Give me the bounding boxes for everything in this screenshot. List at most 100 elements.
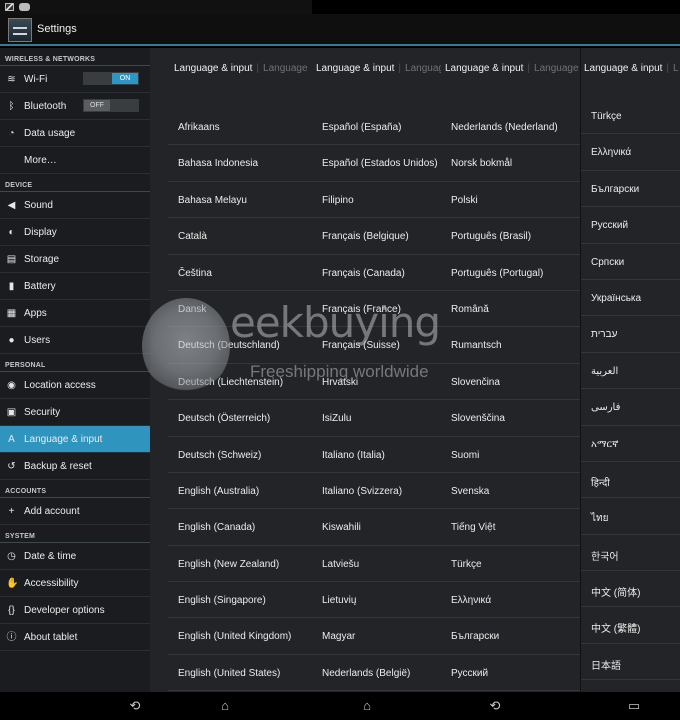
language-item[interactable]: Српски (581, 244, 680, 280)
language-item[interactable]: Norsk bokmål (441, 145, 580, 182)
language-item[interactable]: Català (168, 218, 312, 255)
sidebar-item-apps[interactable]: ▦ Apps (0, 300, 150, 327)
language-item[interactable]: Latviešu (312, 546, 442, 583)
language-item[interactable]: Rumantsch (441, 327, 580, 364)
language-item[interactable]: Français (Suisse) (312, 327, 442, 364)
toggle-switch[interactable]: ON (83, 72, 139, 85)
home-icon[interactable]: ⌂ (211, 697, 239, 715)
language-item[interactable]: English (New Zealand) (168, 546, 312, 583)
language-item[interactable]: Italiano (Italia) (312, 437, 442, 473)
language-item[interactable]: Français (Belgique) (312, 218, 442, 255)
battery-icon: ▮ (8, 281, 15, 292)
language-item[interactable]: Português (Portugal) (441, 255, 580, 291)
language-item[interactable]: English (United States) (168, 655, 312, 692)
language-item[interactable]: Bahasa Indonesia (168, 145, 312, 182)
language-item[interactable]: العربية (581, 353, 680, 390)
language-item[interactable]: Čeština (168, 255, 312, 291)
sidebar-item-battery[interactable]: ▮ Battery (0, 273, 150, 300)
language-item[interactable]: Magyar (312, 618, 442, 655)
language-item[interactable]: हिन्दी (581, 462, 680, 499)
language-item[interactable]: Italiano (Svizzera) (312, 473, 442, 510)
sidebar-item-storage[interactable]: ▤ Storage (0, 246, 150, 273)
language-item[interactable]: English (United Kingdom) (168, 618, 312, 655)
language-item[interactable]: Português (Brasil) (441, 218, 580, 255)
language-item[interactable]: Tiếng Việt (441, 509, 580, 546)
language-item[interactable]: Ελληνικά (581, 134, 680, 171)
language-item[interactable]: 한국어 (581, 535, 680, 572)
language-item[interactable]: English (Canada) (168, 509, 312, 546)
language-item[interactable]: Ελληνικά (441, 582, 580, 619)
sidebar-item-data-usage[interactable]: ◔ Data usage (0, 120, 150, 147)
language-item[interactable]: Українська (581, 280, 680, 317)
language-item[interactable]: Español (España) (312, 109, 442, 146)
data-usage-icon: ◔ (8, 128, 15, 139)
sidebar-item-users[interactable]: ● Users (0, 327, 150, 354)
language-item[interactable]: Deutsch (Österreich) (168, 400, 312, 437)
language-item[interactable]: Kiswahili (312, 509, 442, 546)
language-item[interactable]: Hrvatski (312, 364, 442, 401)
sidebar-item-location-access[interactable]: ◉ Location access (0, 372, 150, 399)
language-item[interactable]: فارسی (581, 389, 680, 426)
sidebar-item-language-input[interactable]: A Language & input (0, 426, 150, 453)
sidebar-item-backup-reset[interactable]: ↺ Backup & reset (0, 453, 150, 480)
sidebar-item-developer-options[interactable]: {} Developer options (0, 597, 150, 624)
home-icon-2[interactable]: ⌂ (353, 697, 381, 715)
language-item[interactable]: Русский (581, 207, 680, 244)
location-icon: ◉ (7, 380, 16, 391)
language-item[interactable]: Français (Canada) (312, 255, 442, 291)
brightness-icon: ◐ (8, 227, 15, 238)
language-item[interactable]: Română (441, 291, 580, 328)
language-item[interactable]: 日本語 (581, 644, 680, 681)
sidebar-item-sound[interactable]: ◀ Sound (0, 192, 150, 219)
language-item[interactable]: Dansk (168, 291, 312, 328)
language-item[interactable]: ไทย (581, 498, 680, 535)
language-item[interactable]: Español (Estados Unidos) (312, 145, 442, 182)
sidebar-item-bluetooth[interactable]: ᛒ Bluetooth OFF (0, 93, 150, 120)
language-item[interactable]: Nederlands (Nederland) (441, 109, 580, 146)
language-item[interactable]: Svenska (441, 473, 580, 510)
sidebar-item-security[interactable]: ▣ Security (0, 399, 150, 426)
language-item[interactable]: Slovenščina (441, 400, 580, 437)
language-item[interactable]: Deutsch (Deutschland) (168, 327, 312, 364)
toggle-switch[interactable]: OFF (83, 99, 139, 112)
language-item[interactable]: Polski (441, 182, 580, 219)
language-item[interactable]: עברית (581, 316, 680, 353)
language-item[interactable]: Suomi (441, 437, 580, 473)
back-icon-2[interactable]: ⟲ (481, 697, 509, 715)
language-item[interactable]: Deutsch (Liechtenstein) (168, 364, 312, 401)
sidebar-item-accessibility[interactable]: ✋ Accessibility (0, 570, 150, 597)
recent-apps-icon[interactable]: ▭ (620, 697, 648, 715)
language-item[interactable]: Afrikaans (168, 109, 312, 146)
sidebar-item-label: About tablet (24, 632, 78, 643)
language-item[interactable]: Slovenčina (441, 364, 580, 401)
language-item[interactable]: 中文 (简体) (581, 571, 680, 608)
language-item[interactable]: Български (581, 171, 680, 208)
sidebar-item-add-account[interactable]: + Add account (0, 498, 150, 525)
bluetooth-icon: ᛒ (8, 101, 15, 112)
sidebar-item-date-time[interactable]: ◷ Date & time (0, 543, 150, 570)
language-item[interactable]: Türkçe (441, 546, 580, 583)
language-item[interactable]: English (Australia) (168, 473, 312, 510)
sidebar-item-label: Date & time (24, 551, 77, 562)
sidebar-item-display[interactable]: ◐ Display (0, 219, 150, 246)
sidebar-item-more[interactable]: More… (0, 147, 150, 174)
language-item[interactable]: Français (France) (312, 291, 442, 328)
language-item[interactable]: Nederlands (België) (312, 655, 442, 692)
language-list: Türkçe Ελληνικά Български Русский Српски Укра… (581, 98, 680, 681)
settings-app-icon[interactable] (8, 18, 32, 42)
language-item[interactable]: Filipino (312, 182, 442, 219)
language-item[interactable]: Deutsch (Schweiz) (168, 437, 312, 473)
language-item[interactable]: Bahasa Melayu (168, 182, 312, 219)
language-item[interactable]: English (Singapore) (168, 582, 312, 619)
back-icon[interactable]: ⟲ (121, 697, 149, 715)
language-item[interactable]: IsiZulu (312, 400, 442, 437)
language-item[interactable]: Български (441, 618, 580, 655)
sidebar-item-about-tablet[interactable]: ⓘ About tablet (0, 624, 150, 651)
language-item[interactable]: 中文 (繁體) (581, 607, 680, 644)
sidebar-item-wi-fi[interactable]: ≋ Wi-Fi ON (0, 66, 150, 93)
language-item[interactable]: Türkçe (581, 98, 680, 135)
language-item[interactable]: አማርኛ (581, 426, 680, 462)
language-item[interactable]: Русский (441, 655, 580, 692)
language-item[interactable]: Lietuvių (312, 582, 442, 619)
toggle-state: OFF (84, 100, 110, 111)
